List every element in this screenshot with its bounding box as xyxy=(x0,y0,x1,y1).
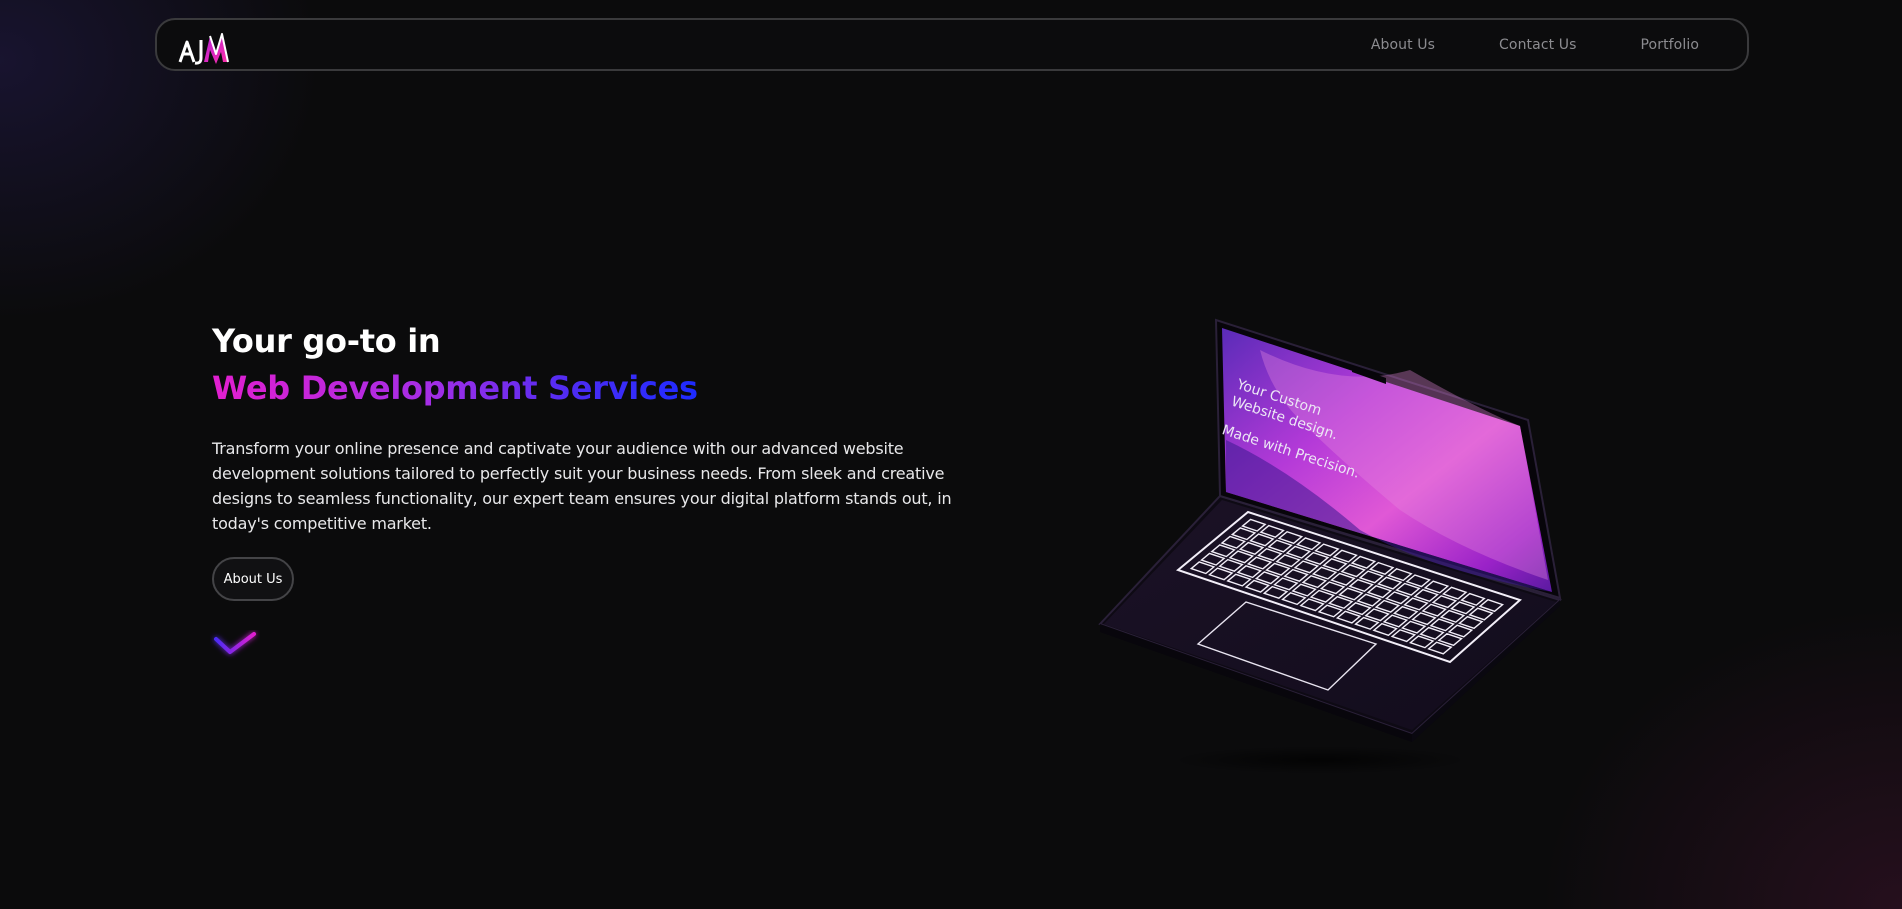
about-us-button[interactable]: About Us xyxy=(212,557,294,601)
nav-link-contact-us[interactable]: Contact Us xyxy=(1499,37,1576,53)
chevron-down-icon[interactable] xyxy=(210,630,260,664)
nav-link-about-us[interactable]: About Us xyxy=(1371,37,1435,53)
hero-description: Transform your online presence and capti… xyxy=(212,439,952,533)
logo-icon xyxy=(178,33,229,65)
nav-links: About Us Contact Us Portfolio xyxy=(1371,20,1699,69)
hero-heading-highlight: Web Development Services xyxy=(212,369,698,407)
page: About Us Contact Us Portfolio Your go-to… xyxy=(0,0,1902,909)
hero-heading: Your go-to in xyxy=(212,322,441,360)
navbar: About Us Contact Us Portfolio xyxy=(155,18,1749,71)
nav-link-portfolio[interactable]: Portfolio xyxy=(1641,37,1700,53)
laptop-illustration: Your Custom Website design. Made with Pr… xyxy=(1080,300,1580,780)
logo[interactable] xyxy=(177,26,233,66)
